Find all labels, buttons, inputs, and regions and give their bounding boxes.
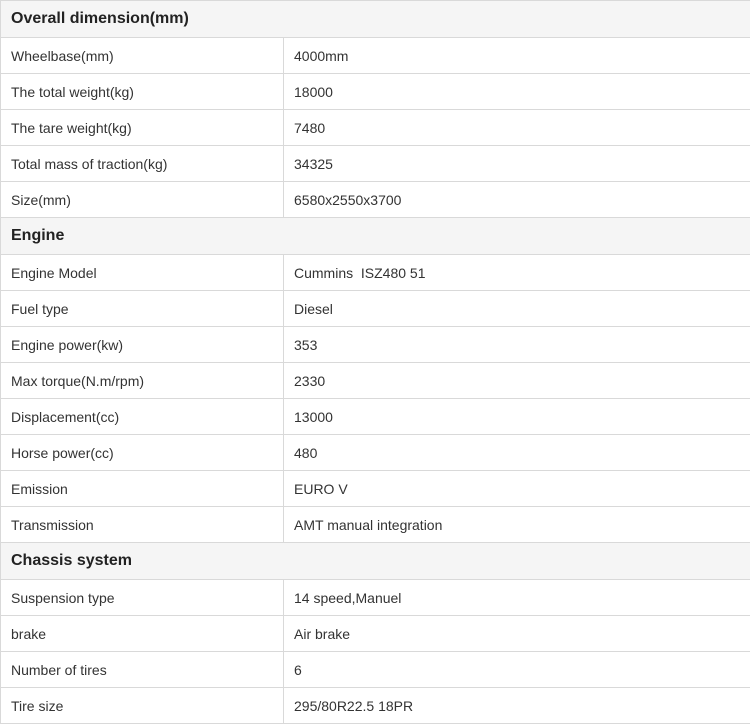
row-value: 353 <box>284 327 750 363</box>
table-row: Total mass of traction(kg) 34325 <box>1 146 750 182</box>
row-label: Number of tires <box>1 652 284 688</box>
section-title: Engine <box>1 218 750 255</box>
section-header-chassis-system: Chassis system <box>1 543 750 580</box>
row-value: 18000 <box>284 74 750 110</box>
table-row: Max torque(N.m/rpm) 2330 <box>1 363 750 399</box>
section-header-overall-dimension: Overall dimension(mm) <box>1 1 750 38</box>
row-label: Suspension type <box>1 580 284 616</box>
row-value: 6580x2550x3700 <box>284 182 750 218</box>
section-title: Chassis system <box>1 543 750 580</box>
row-value: 34325 <box>284 146 750 182</box>
row-label: brake <box>1 616 284 652</box>
table-row: Fuel type Diesel <box>1 291 750 327</box>
row-value: EURO V <box>284 471 750 507</box>
table-row: Size(mm) 6580x2550x3700 <box>1 182 750 218</box>
row-label: Horse power(cc) <box>1 435 284 471</box>
table-row: Horse power(cc) 480 <box>1 435 750 471</box>
row-label: Emission <box>1 471 284 507</box>
table-row: Suspension type 14 speed,Manuel <box>1 580 750 616</box>
spec-table: Overall dimension(mm) Wheelbase(mm) 4000… <box>0 0 750 724</box>
row-value: 7480 <box>284 110 750 146</box>
row-value: 13000 <box>284 399 750 435</box>
row-value: 2330 <box>284 363 750 399</box>
table-row: Engine power(kw) 353 <box>1 327 750 363</box>
table-row: Tire size 295/80R22.5 18PR <box>1 688 750 724</box>
section-title: Overall dimension(mm) <box>1 1 750 38</box>
row-label: Total mass of traction(kg) <box>1 146 284 182</box>
row-value: AMT manual integration <box>284 507 750 543</box>
row-label: Fuel type <box>1 291 284 327</box>
row-value: Diesel <box>284 291 750 327</box>
row-label: Displacement(cc) <box>1 399 284 435</box>
row-label: Size(mm) <box>1 182 284 218</box>
row-value: 480 <box>284 435 750 471</box>
table-row: Wheelbase(mm) 4000mm <box>1 38 750 74</box>
table-row: Transmission AMT manual integration <box>1 507 750 543</box>
table-row: Engine Model Cummins ISZ480 51 <box>1 255 750 291</box>
table-row: The tare weight(kg) 7480 <box>1 110 750 146</box>
table-row: Number of tires 6 <box>1 652 750 688</box>
table-row: Displacement(cc) 13000 <box>1 399 750 435</box>
section-header-engine: Engine <box>1 218 750 255</box>
row-value: Air brake <box>284 616 750 652</box>
table-row: Emission EURO V <box>1 471 750 507</box>
row-label: The total weight(kg) <box>1 74 284 110</box>
row-label: Tire size <box>1 688 284 724</box>
row-label: Wheelbase(mm) <box>1 38 284 74</box>
row-value: 14 speed,Manuel <box>284 580 750 616</box>
row-label: Max torque(N.m/rpm) <box>1 363 284 399</box>
row-value: 4000mm <box>284 38 750 74</box>
row-label: Transmission <box>1 507 284 543</box>
row-value: 6 <box>284 652 750 688</box>
row-label: The tare weight(kg) <box>1 110 284 146</box>
row-label: Engine Model <box>1 255 284 291</box>
table-row: brake Air brake <box>1 616 750 652</box>
row-value: 295/80R22.5 18PR <box>284 688 750 724</box>
row-label: Engine power(kw) <box>1 327 284 363</box>
row-value: Cummins ISZ480 51 <box>284 255 750 291</box>
table-row: The total weight(kg) 18000 <box>1 74 750 110</box>
